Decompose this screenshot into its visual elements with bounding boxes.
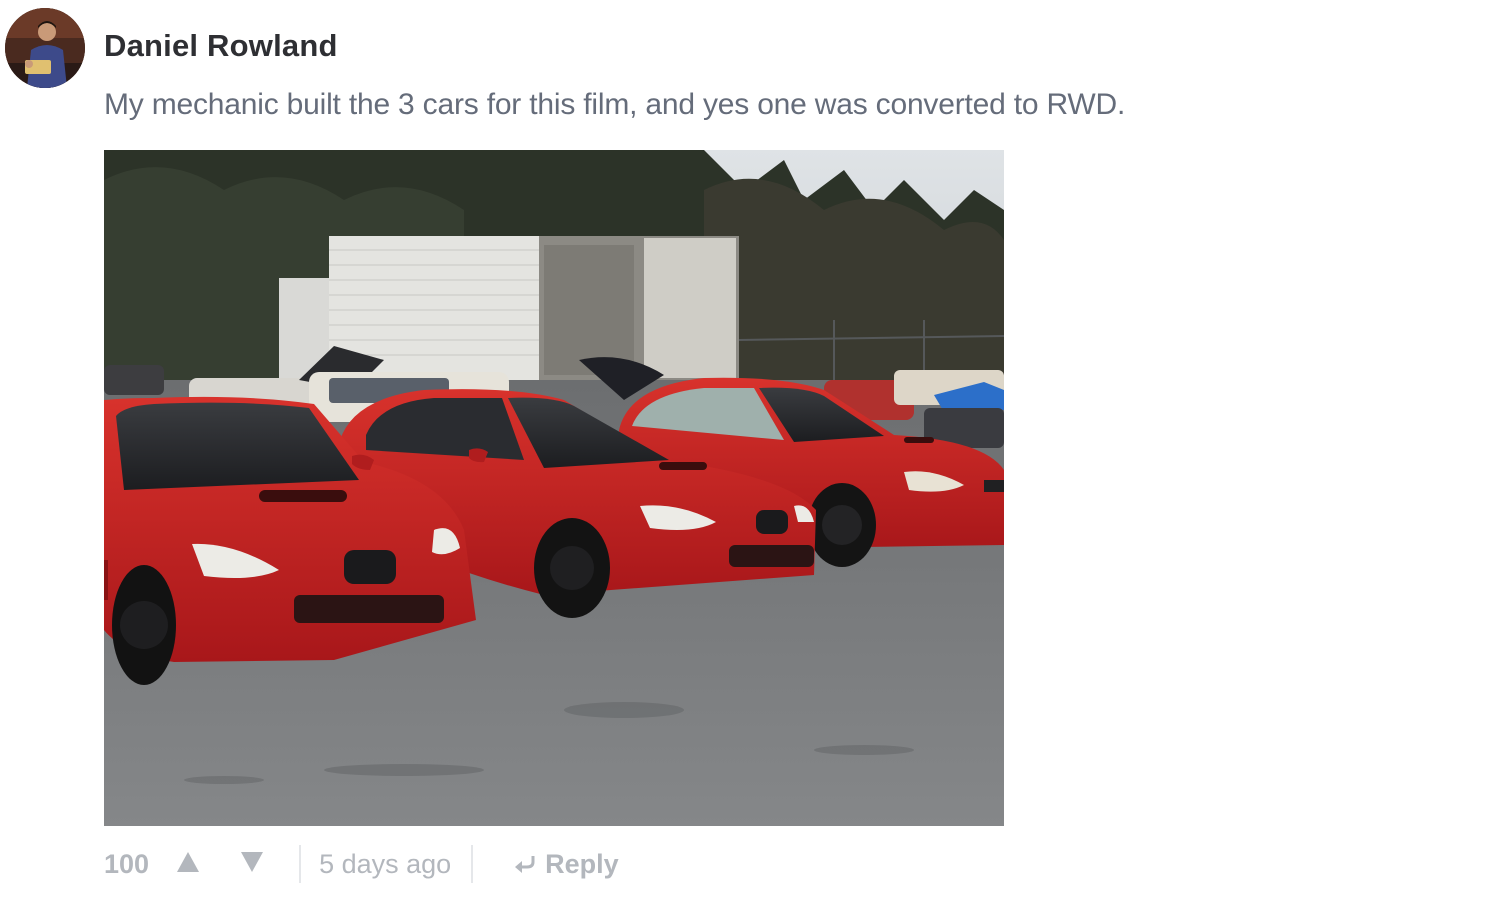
author-name[interactable]: Daniel Rowland [104,28,338,64]
comment: Daniel Rowland My mechanic built the 3 c… [0,0,1498,912]
footer-divider [299,845,302,883]
comment-text: My mechanic built the 3 cars for this fi… [104,88,1126,121]
footer-divider [471,845,474,883]
reply-label: Reply [545,848,619,879]
triangle-down-icon [240,849,264,880]
timestamp[interactable]: 5 days ago [319,849,451,880]
avatar[interactable] [5,8,85,88]
upvote-button[interactable] [171,847,205,881]
triangle-up-icon [176,849,200,880]
comment-image[interactable] [104,150,1004,826]
vote-count: 100 [104,848,150,879]
downvote-button[interactable] [235,847,269,881]
reply-arrow-icon [513,854,535,874]
reply-button[interactable]: Reply [513,849,619,880]
comment-footer: 100 5 days ago Reply [104,842,619,886]
